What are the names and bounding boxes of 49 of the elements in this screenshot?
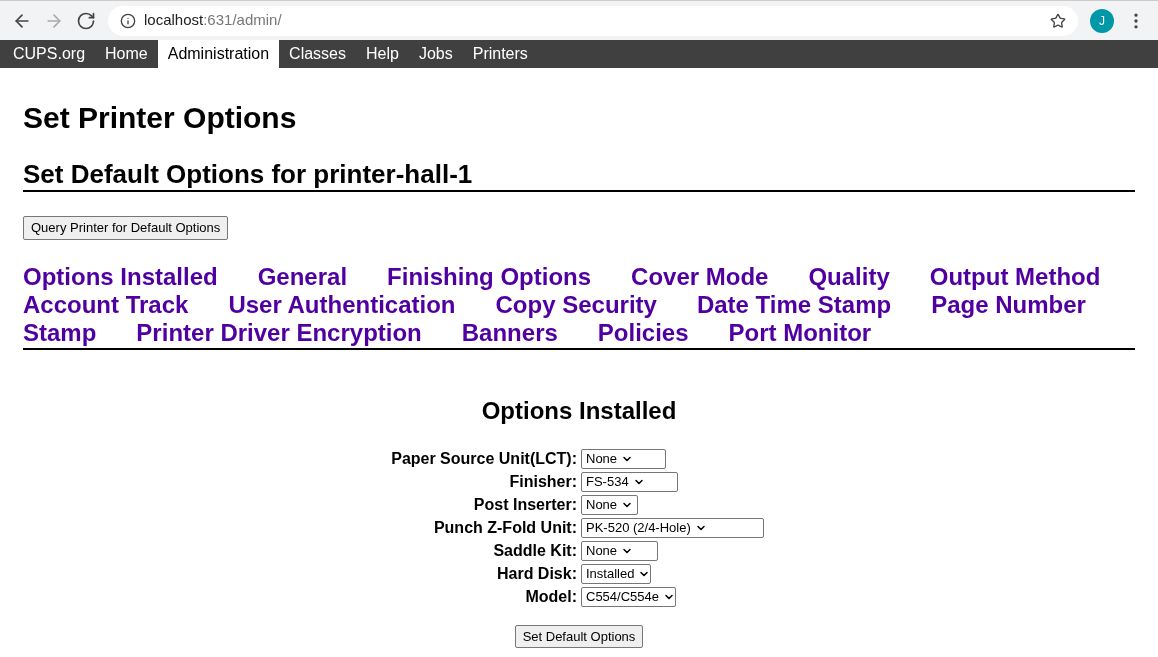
nav-link[interactable]: Classes xyxy=(279,40,356,68)
page-title: Set Printer Options xyxy=(23,100,298,136)
section-link[interactable]: Page Number xyxy=(931,290,1086,319)
option-label: Punch Z-Fold Unit: xyxy=(432,517,577,538)
reload-icon[interactable] xyxy=(76,10,96,31)
form-heading: Options Installed xyxy=(480,396,678,425)
option-select[interactable]: None xyxy=(581,494,639,515)
section-link[interactable]: Account Track xyxy=(23,290,189,319)
section-heading: Set Default Options for printer-hall-1 xyxy=(23,158,1135,192)
section-link[interactable]: Quality xyxy=(808,262,890,291)
nav-link[interactable]: Help xyxy=(356,40,409,68)
section-link[interactable]: User Authentication xyxy=(228,290,456,319)
address-bar[interactable]: localhost:631/admin/ xyxy=(108,5,1078,36)
section-link[interactable]: Printer Driver Encryption xyxy=(136,318,422,347)
nav-link[interactable]: Jobs xyxy=(408,40,463,68)
section-link[interactable]: Finishing Options xyxy=(387,262,592,291)
submit-button[interactable]: Set Default Options xyxy=(514,624,644,648)
option-label: Paper Source Unit(LCT): xyxy=(390,448,577,469)
section-link[interactable]: Output Method xyxy=(929,262,1101,291)
section-link[interactable]: Date Time Stamp xyxy=(696,290,892,319)
option-label: Hard Disk: xyxy=(495,563,577,584)
option-select[interactable]: None xyxy=(581,448,667,469)
option-label: Post Inserter: xyxy=(472,494,577,515)
nav-link[interactable]: Home xyxy=(95,40,158,68)
section-link[interactable]: Copy Security xyxy=(495,290,657,319)
bookmark-star-icon[interactable] xyxy=(1050,12,1066,29)
option-label: Saddle Kit: xyxy=(492,540,577,561)
option-select[interactable]: Installed xyxy=(581,563,652,584)
url-path: :631/admin/ xyxy=(203,11,282,29)
query-button[interactable]: Query Printer for Default Options xyxy=(23,216,229,240)
option-label: Model: xyxy=(524,586,577,607)
info-icon[interactable] xyxy=(120,12,136,29)
url-host: localhost xyxy=(144,11,204,29)
nav-link[interactable]: Printers xyxy=(462,40,538,68)
section-link[interactable]: Policies xyxy=(597,318,689,347)
nav-link[interactable]: CUPS.org xyxy=(3,40,96,68)
nav-link[interactable]: Administration xyxy=(157,40,280,68)
section-link[interactable]: Options Installed xyxy=(23,262,218,291)
option-select[interactable]: FS-534 xyxy=(581,471,678,492)
option-select[interactable]: None xyxy=(581,540,659,561)
profile-avatar[interactable]: J xyxy=(1090,8,1114,33)
section-link[interactable]: Cover Mode xyxy=(631,262,769,291)
section-link[interactable]: Port Monitor xyxy=(728,318,872,347)
section-link[interactable]: General xyxy=(257,262,348,291)
option-select[interactable]: PK-520 (2/4-Hole) xyxy=(581,517,764,538)
section-link[interactable]: Stamp xyxy=(23,318,97,347)
section-link[interactable]: Banners xyxy=(461,318,558,347)
option-label: Finisher: xyxy=(508,471,577,492)
option-select[interactable]: C554/C554e xyxy=(581,586,676,607)
